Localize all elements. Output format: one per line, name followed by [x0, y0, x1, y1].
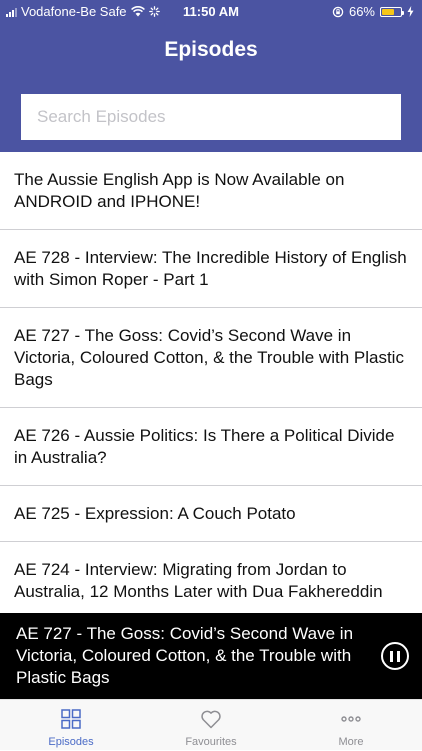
episode-title: AE 724 - Interview: Migrating from Jorda… [14, 560, 383, 601]
tab-label: More [338, 736, 364, 748]
more-icon [341, 716, 361, 722]
battery-percent: 66% [348, 4, 375, 19]
heart-icon [201, 710, 221, 729]
list-item[interactable]: AE 728 - Interview: The Incredible Histo… [0, 230, 422, 308]
orientation-lock-icon [332, 6, 344, 17]
list-item[interactable]: AE 727 - The Goss: Covid’s Second Wave i… [0, 308, 422, 408]
list-item[interactable]: The Aussie English App is Now Available … [0, 152, 422, 230]
page-title: Episodes [164, 38, 258, 61]
tab-more[interactable]: More [281, 700, 421, 751]
episode-title: The Aussie English App is Now Available … [14, 170, 345, 211]
now-playing-bar[interactable]: AE 727 - The Goss: Covid’s Second Wave i… [0, 613, 422, 699]
tab-favourites[interactable]: Favourites [141, 700, 281, 751]
episode-list: The Aussie English App is Now Available … [0, 152, 422, 619]
grid-icon [61, 709, 81, 729]
tab-bar: Episodes Favourites More [0, 699, 422, 750]
episode-title: AE 725 - Expression: A Couch Potato [14, 504, 296, 523]
charging-icon [407, 6, 414, 17]
tab-label: Favourites [185, 736, 237, 748]
episode-title: AE 726 - Aussie Politics: Is There a Pol… [14, 426, 395, 467]
tab-label: Episodes [48, 736, 94, 748]
list-item[interactable]: AE 725 - Expression: A Couch Potato [0, 486, 422, 542]
episode-title: AE 727 - The Goss: Covid’s Second Wave i… [14, 326, 404, 389]
list-item[interactable]: AE 724 - Interview: Migrating from Jorda… [0, 542, 422, 619]
now-playing-title: AE 727 - The Goss: Covid’s Second Wave i… [16, 624, 354, 687]
status-bar: Vodafone-Be Safe 11:50 AM 66% [0, 0, 422, 24]
app-header: Vodafone-Be Safe 11:50 AM 66% Episodes S… [0, 0, 422, 152]
pause-icon[interactable] [381, 642, 409, 670]
list-item[interactable]: AE 726 - Aussie Politics: Is There a Pol… [0, 408, 422, 486]
tab-episodes[interactable]: Episodes [1, 700, 141, 751]
battery-icon [380, 6, 404, 17]
episode-title: AE 728 - Interview: The Incredible Histo… [14, 248, 407, 289]
search-input[interactable] [21, 94, 401, 140]
